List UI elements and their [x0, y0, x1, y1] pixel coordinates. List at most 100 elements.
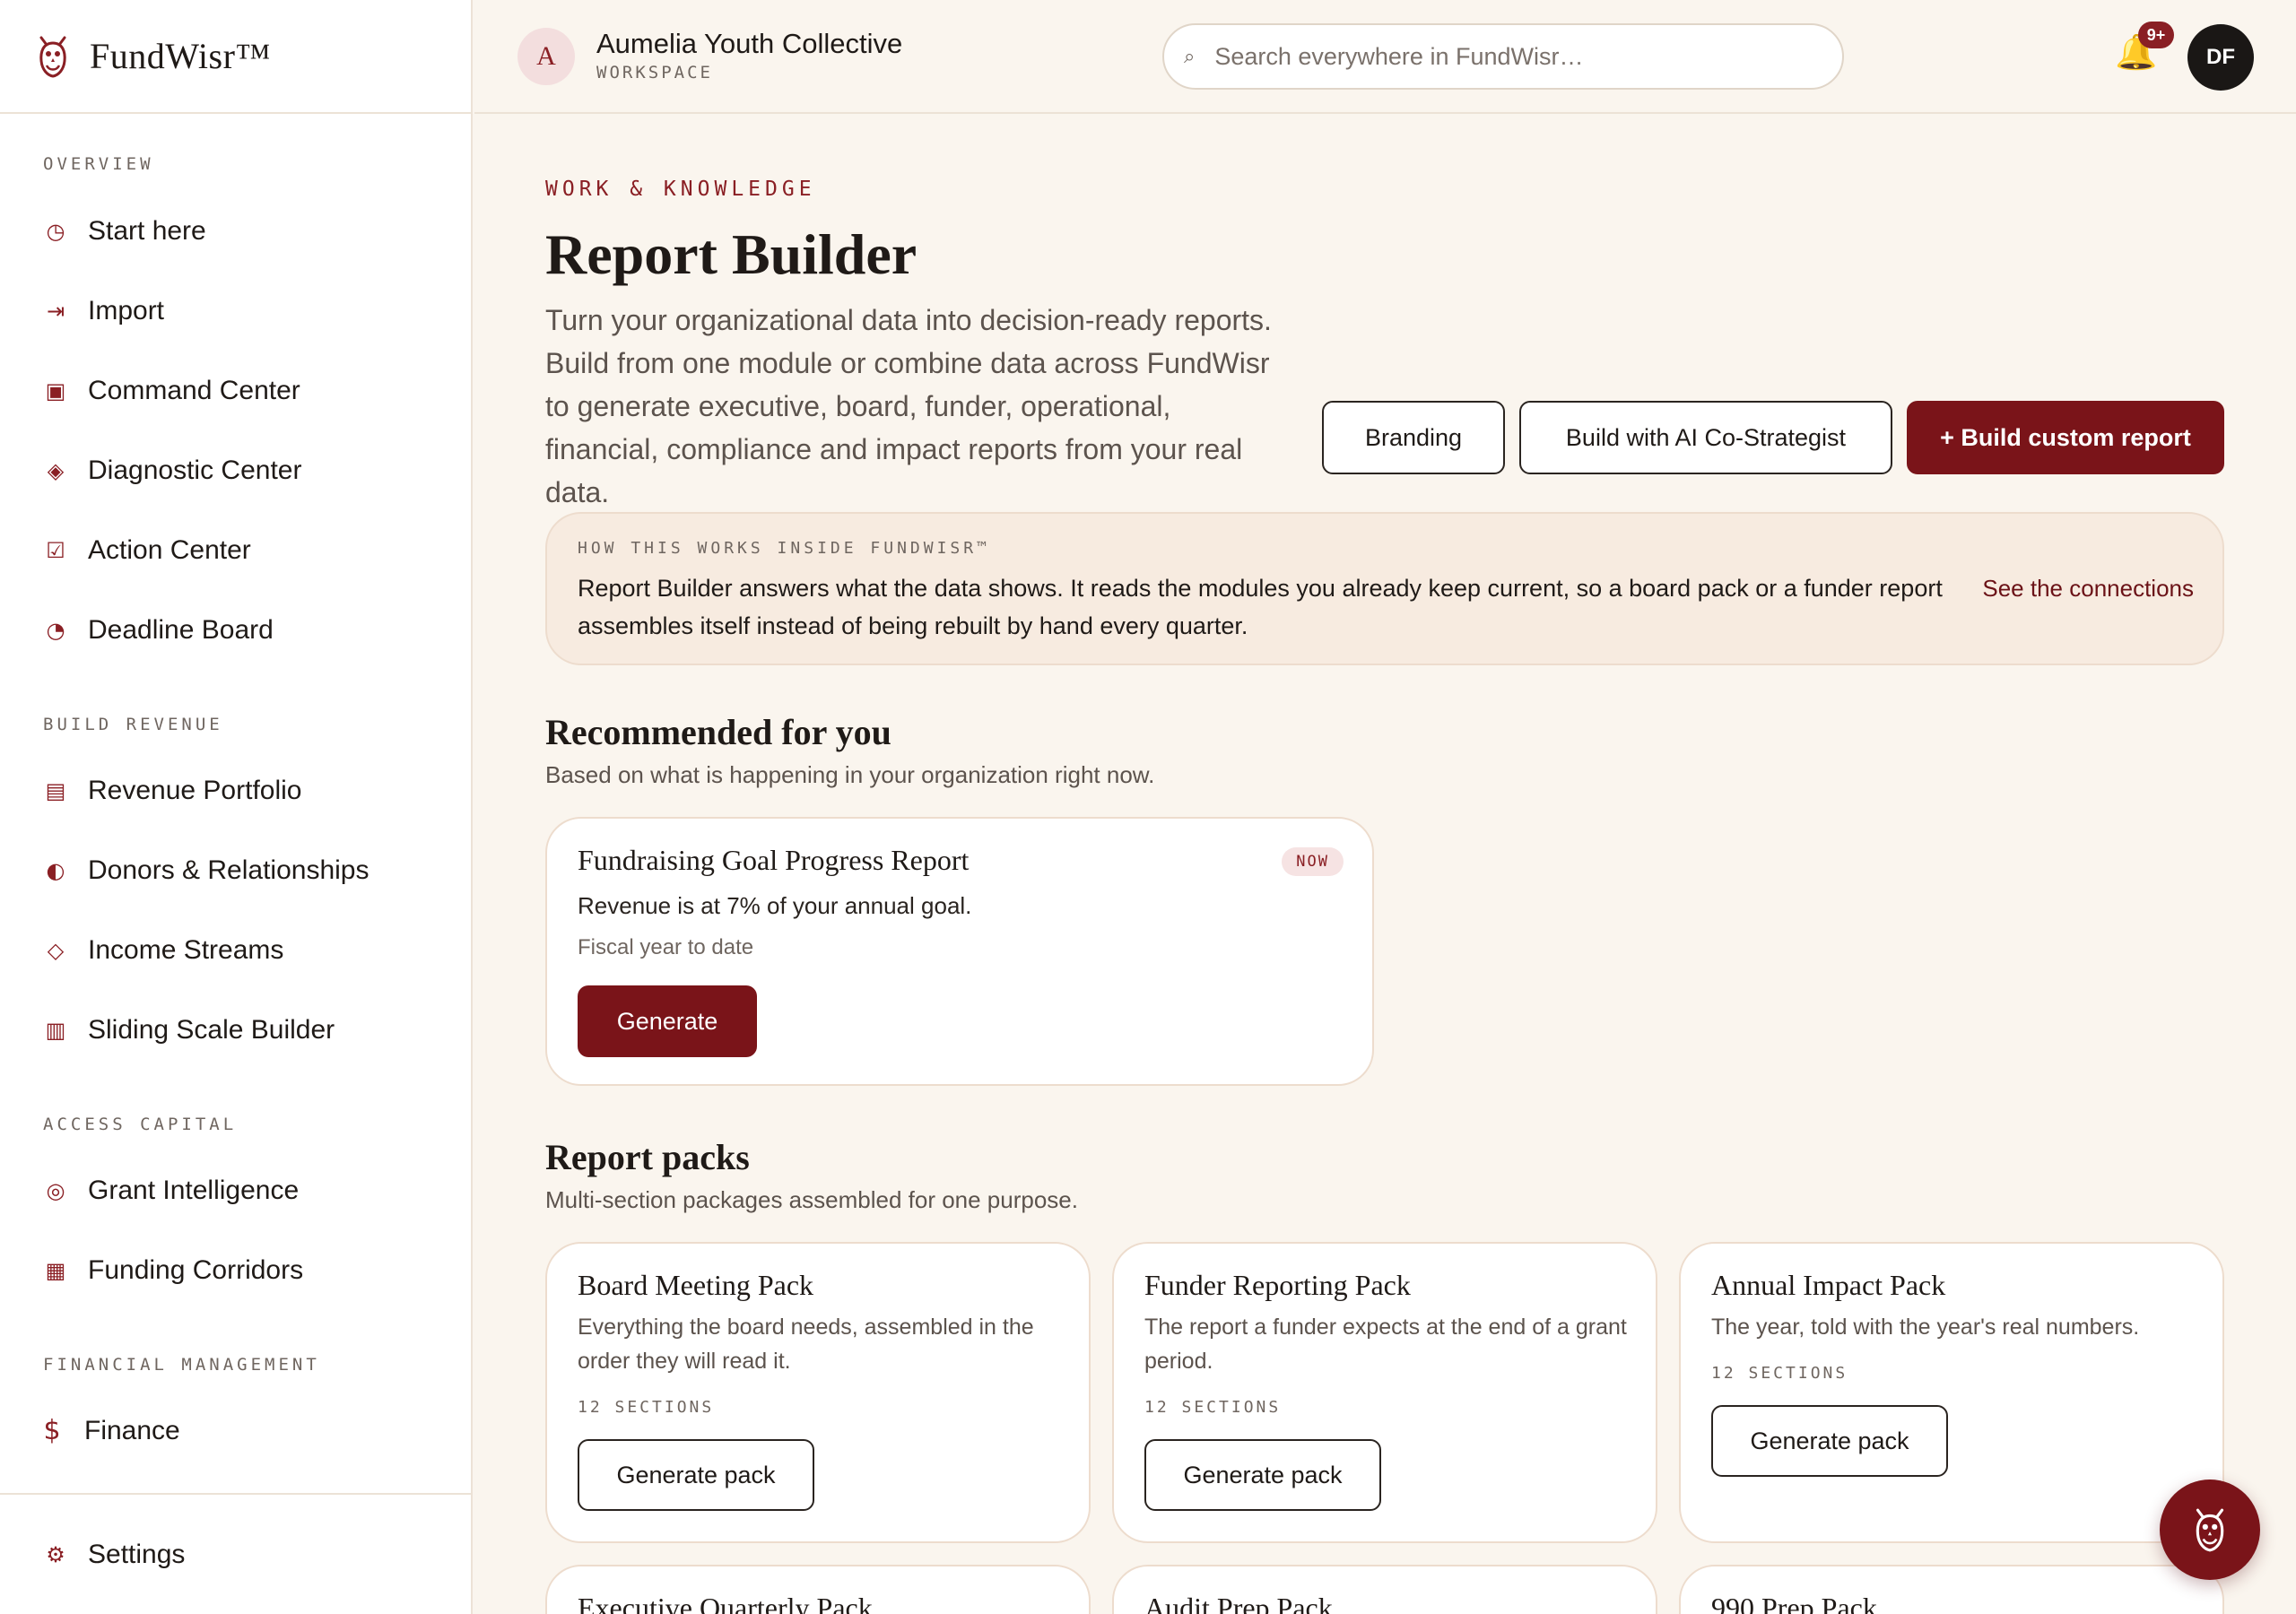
notification-badge: 9+	[2138, 22, 2174, 48]
grid-icon: ▦	[45, 1257, 66, 1283]
pack-title: Audit Prep Pack	[1144, 1592, 1333, 1614]
pack-card-990-prep: 990 Prep Pack	[1679, 1565, 2224, 1614]
owl-icon	[2196, 1508, 2224, 1552]
sidebar-item-deadline-board[interactable]: ◔ Deadline Board	[0, 590, 471, 670]
pack-description: Everything the board needs, assembled in…	[578, 1315, 1034, 1374]
sidebar-item-funding-corridors[interactable]: ▦ Funding Corridors	[0, 1230, 471, 1310]
workspace-label: WORKSPACE	[596, 63, 713, 82]
card-description: Revenue is at 7% of your annual goal.	[578, 892, 972, 919]
brand-header[interactable]: FundWisr™	[0, 0, 471, 114]
sidebar-item-label: Action Center	[88, 534, 251, 565]
sidebar-item-start-here[interactable]: ◷ Start here	[0, 191, 471, 271]
search-icon: ⌕	[1184, 45, 1196, 67]
generate-pack-button[interactable]: Generate pack	[1711, 1405, 1948, 1477]
card-meta: Fiscal year to date	[578, 935, 754, 959]
sidebar-item-label: Donors & Relationships	[88, 855, 370, 885]
workspace-name[interactable]: Aumelia Youth Collective	[596, 28, 902, 60]
target-circle-icon: ◎	[46, 1177, 65, 1203]
pack-section-count: 12 SECTIONS	[1144, 1398, 1282, 1417]
nav-section-access-capital: ACCESS CAPITAL	[43, 1115, 238, 1134]
sidebar-item-diagnostic-center[interactable]: ◈ Diagnostic Center	[0, 430, 471, 510]
pack-description: The year, told with the year's real numb…	[1711, 1315, 2140, 1340]
nav-section-financial-management: FINANCIAL MANAGEMENT	[43, 1355, 320, 1375]
branding-button[interactable]: Branding	[1322, 401, 1505, 474]
pack-title: Annual Impact Pack	[1711, 1269, 1946, 1301]
assistant-fab-button[interactable]	[2160, 1480, 2260, 1580]
sidebar-item-label: Import	[88, 295, 165, 325]
sidebar-item-label: Funding Corridors	[88, 1254, 304, 1285]
sidebar-footer: ⚙ Settings	[0, 1493, 471, 1614]
pack-description: The report a funder expects at the end o…	[1144, 1315, 1627, 1374]
info-text: Report Builder answers what the data sho…	[578, 575, 1943, 639]
search-bar[interactable]: ⌕	[1162, 23, 1844, 90]
user-avatar[interactable]: DF	[2187, 24, 2254, 91]
pack-title: Board Meeting Pack	[578, 1269, 814, 1301]
gear-icon: ⚙	[46, 1541, 65, 1567]
owl-logo-icon	[39, 36, 66, 78]
sidebar-item-label: Income Streams	[88, 934, 284, 965]
sidebar-item-revenue-portfolio[interactable]: ▤ Revenue Portfolio	[0, 751, 471, 830]
sidebar-item-grant-intelligence[interactable]: ◎ Grant Intelligence	[0, 1150, 471, 1230]
pie-clock-icon: ◔	[46, 617, 65, 643]
diamond-dot-icon: ◈	[47, 457, 65, 483]
workspace-avatar[interactable]: A	[517, 28, 575, 85]
sidebar-item-donors-relationships[interactable]: ◐ Donors & Relationships	[0, 830, 471, 910]
pack-title: 990 Prep Pack	[1711, 1592, 1877, 1614]
pack-section-count: 12 SECTIONS	[1711, 1364, 1848, 1383]
generate-pack-button[interactable]: Generate pack	[1144, 1439, 1381, 1511]
import-arrow-icon: ⇥	[46, 298, 65, 324]
build-with-ai-button[interactable]: Build with AI Co-Strategist	[1519, 401, 1892, 474]
generate-button[interactable]: Generate	[578, 985, 757, 1057]
pack-card-annual-impact: Annual Impact Pack The year, told with t…	[1679, 1242, 2224, 1543]
generate-pack-button[interactable]: Generate pack	[578, 1439, 814, 1511]
report-packs-subtitle: Multi-section packages assembled for one…	[545, 1186, 1078, 1213]
pack-card-funder-reporting: Funder Reporting Pack The report a funde…	[1112, 1242, 1657, 1543]
sidebar-item-sliding-scale-builder[interactable]: ▥ Sliding Scale Builder	[0, 990, 471, 1070]
sidebar-item-label: Grant Intelligence	[88, 1175, 300, 1205]
topbar: A Aumelia Youth Collective WORKSPACE ⌕ 🔔…	[474, 0, 2296, 114]
pack-title: Funder Reporting Pack	[1144, 1269, 1411, 1301]
sidebar-item-label: Revenue Portfolio	[88, 775, 302, 805]
square-target-icon: ▣	[45, 377, 66, 404]
recommended-title: Recommended for you	[545, 712, 891, 752]
sidebar-item-import[interactable]: ⇥ Import	[0, 271, 471, 351]
sidebar-item-income-streams[interactable]: ◇ Income Streams	[0, 910, 471, 990]
sidebar-item-label: Start here	[88, 215, 206, 246]
nav-section-build-revenue: BUILD REVENUE	[43, 715, 223, 734]
card-title: Fundraising Goal Progress Report	[578, 844, 970, 876]
columns-icon: ▥	[45, 1017, 66, 1043]
checkbox-icon: ☑	[46, 537, 65, 563]
brand-name: FundWisr™	[90, 36, 272, 76]
pack-card-board-meeting: Board Meeting Pack Everything the board …	[545, 1242, 1091, 1543]
page-eyebrow: WORK & KNOWLEDGE	[545, 178, 816, 201]
how-it-works-box: HOW THIS WORKS INSIDE FUNDWISR™ Report B…	[545, 512, 2224, 665]
sidebar-item-label: Settings	[88, 1539, 186, 1569]
status-badge: NOW	[1282, 847, 1344, 876]
sidebar-item-label: Finance	[84, 1415, 180, 1445]
dollar-icon: $	[43, 1415, 61, 1446]
sidebar-item-command-center[interactable]: ▣ Command Center	[0, 351, 471, 430]
nav-section-overview: OVERVIEW	[43, 154, 154, 174]
clock-icon: ◷	[46, 218, 65, 244]
build-custom-report-button[interactable]: + Build custom report	[1907, 401, 2224, 474]
pack-card-executive-quarterly: Executive Quarterly Pack	[545, 1565, 1091, 1614]
pack-card-audit-prep: Audit Prep Pack	[1112, 1565, 1657, 1614]
half-circle-icon: ◐	[46, 857, 65, 883]
sidebar-item-label: Command Center	[88, 375, 300, 405]
sidebar: FundWisr™ OVERVIEW ◷ Start here ⇥ Import…	[0, 0, 473, 1614]
pack-section-count: 12 SECTIONS	[578, 1398, 715, 1417]
recommended-card: Fundraising Goal Progress Report NOW Rev…	[545, 817, 1374, 1086]
page-title: Report Builder	[545, 222, 918, 286]
sidebar-item-settings[interactable]: ⚙ Settings	[0, 1514, 471, 1594]
sidebar-item-finance[interactable]: $ Finance	[0, 1391, 471, 1471]
info-label: HOW THIS WORKS INSIDE FUNDWISR™	[578, 539, 990, 558]
see-connections-link[interactable]: See the connections	[1982, 569, 2194, 607]
list-box-icon: ▤	[45, 777, 66, 803]
report-packs-title: Report packs	[545, 1137, 750, 1177]
page-description: Turn your organizational data into decis…	[545, 304, 1272, 508]
sidebar-item-label: Deadline Board	[88, 614, 274, 645]
search-input[interactable]	[1214, 42, 1789, 71]
sidebar-item-label: Sliding Scale Builder	[88, 1014, 335, 1045]
sidebar-item-action-center[interactable]: ☑ Action Center	[0, 510, 471, 590]
recommended-subtitle: Based on what is happening in your organ…	[545, 761, 1155, 788]
